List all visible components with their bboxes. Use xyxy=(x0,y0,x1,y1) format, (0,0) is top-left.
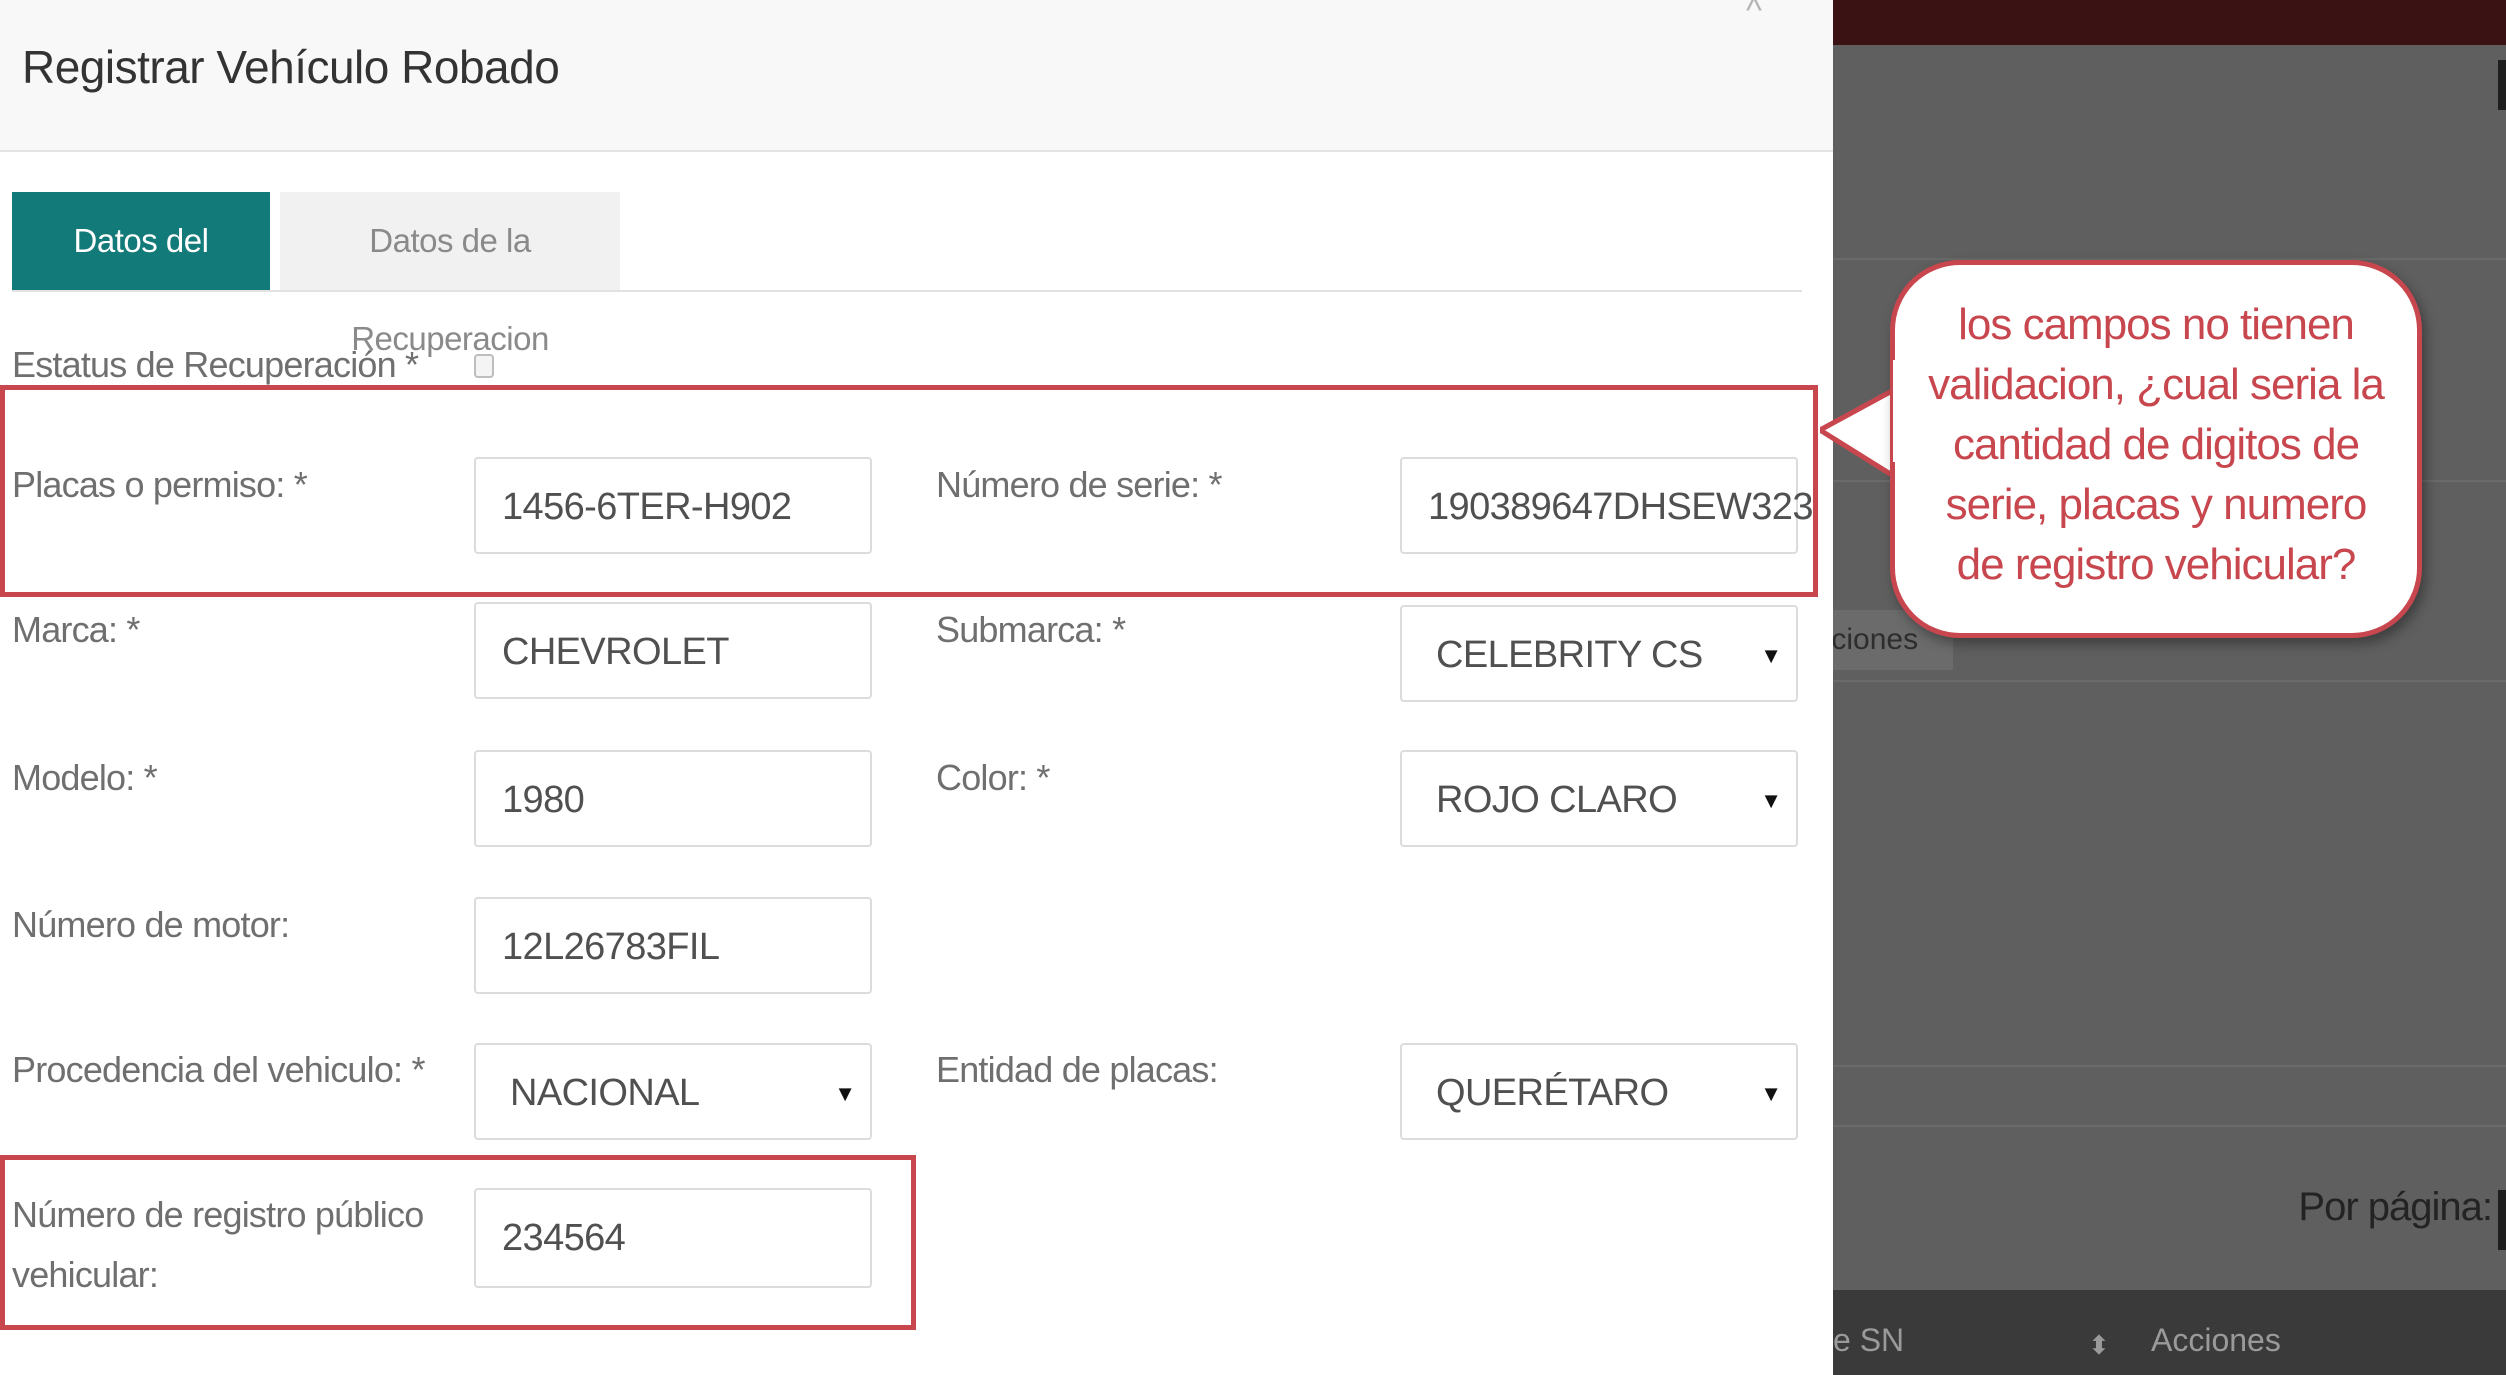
origin-value: NACIONAL xyxy=(510,1072,700,1114)
plates-state-label: Entidad de placas: xyxy=(936,1049,1219,1090)
background-edge-mark xyxy=(2498,1190,2506,1250)
model-value: 1980 xyxy=(502,779,585,821)
origin-label: Procedencia del vehiculo: * xyxy=(12,1049,425,1090)
sub-brand-value: CELEBRITY CS xyxy=(1436,634,1703,676)
chevron-down-icon: ▼ xyxy=(1760,1081,1782,1106)
chevron-down-icon: ▼ xyxy=(1760,643,1782,668)
recovery-status-checkbox[interactable] xyxy=(474,354,494,378)
tab-vehicle-data[interactable]: Datos del Vehiculo xyxy=(12,192,270,357)
background-divider xyxy=(1833,680,2506,682)
sort-icon[interactable]: ⬍ xyxy=(2088,1330,2110,1361)
model-label: Modelo: * xyxy=(12,757,158,798)
plates-state-value: QUERÉTARO xyxy=(1436,1072,1669,1114)
tab-recovery-data[interactable]: Datos de la Recuperacion xyxy=(280,192,620,357)
brand-input[interactable]: CHEVROLET xyxy=(474,602,872,699)
background-topbar xyxy=(1833,0,2506,45)
background-edge-mark xyxy=(2498,60,2506,110)
color-label: Color: * xyxy=(936,757,1050,798)
background-page: naciones Por página: e SN ⬍ Acciones xyxy=(1833,0,2506,1375)
register-stolen-vehicle-modal: Registrar Vehículo Robado ^ Datos del Ve… xyxy=(0,0,1833,1375)
plates-state-select[interactable]: QUERÉTARO ▼ xyxy=(1400,1043,1798,1140)
color-select[interactable]: ROJO CLARO ▼ xyxy=(1400,750,1798,847)
sub-brand-label: Submarca: * xyxy=(936,609,1126,650)
color-value: ROJO CLARO xyxy=(1436,779,1678,821)
modal-header: Registrar Vehículo Robado ^ xyxy=(0,0,1833,152)
chevron-down-icon: ▼ xyxy=(1760,788,1782,813)
engine-number-label: Número de motor: xyxy=(12,904,290,945)
modal-title: Registrar Vehículo Robado xyxy=(22,41,560,93)
callout-pointer-mask xyxy=(1893,360,1923,462)
engine-number-value: 12L26783FIL xyxy=(502,926,720,968)
background-divider xyxy=(1833,1065,2506,1067)
per-page-label: Por página: xyxy=(2298,1185,2493,1229)
column-header-sn: e SN xyxy=(1833,1322,1905,1358)
highlight-box-registry xyxy=(0,1155,916,1330)
brand-value: CHEVROLET xyxy=(502,631,729,673)
brand-label: Marca: * xyxy=(12,609,140,650)
sub-brand-select[interactable]: CELEBRITY CS ▼ xyxy=(1400,605,1798,702)
origin-select[interactable]: NACIONAL ▼ xyxy=(474,1043,872,1140)
annotation-callout: los campos no tienen validacion, ¿cual s… xyxy=(1890,260,2422,638)
chevron-down-icon: ▼ xyxy=(834,1081,856,1106)
model-input[interactable]: 1980 xyxy=(474,750,872,847)
tabs-divider xyxy=(12,290,1802,292)
column-header-actions: Acciones xyxy=(2151,1322,2281,1358)
close-icon[interactable]: ^ xyxy=(1746,0,1762,31)
background-divider xyxy=(1833,1125,2506,1127)
highlight-box-plates-serial xyxy=(0,385,1818,597)
engine-number-input[interactable]: 12L26783FIL xyxy=(474,897,872,994)
annotation-text: los campos no tienen validacion, ¿cual s… xyxy=(1928,300,2385,589)
